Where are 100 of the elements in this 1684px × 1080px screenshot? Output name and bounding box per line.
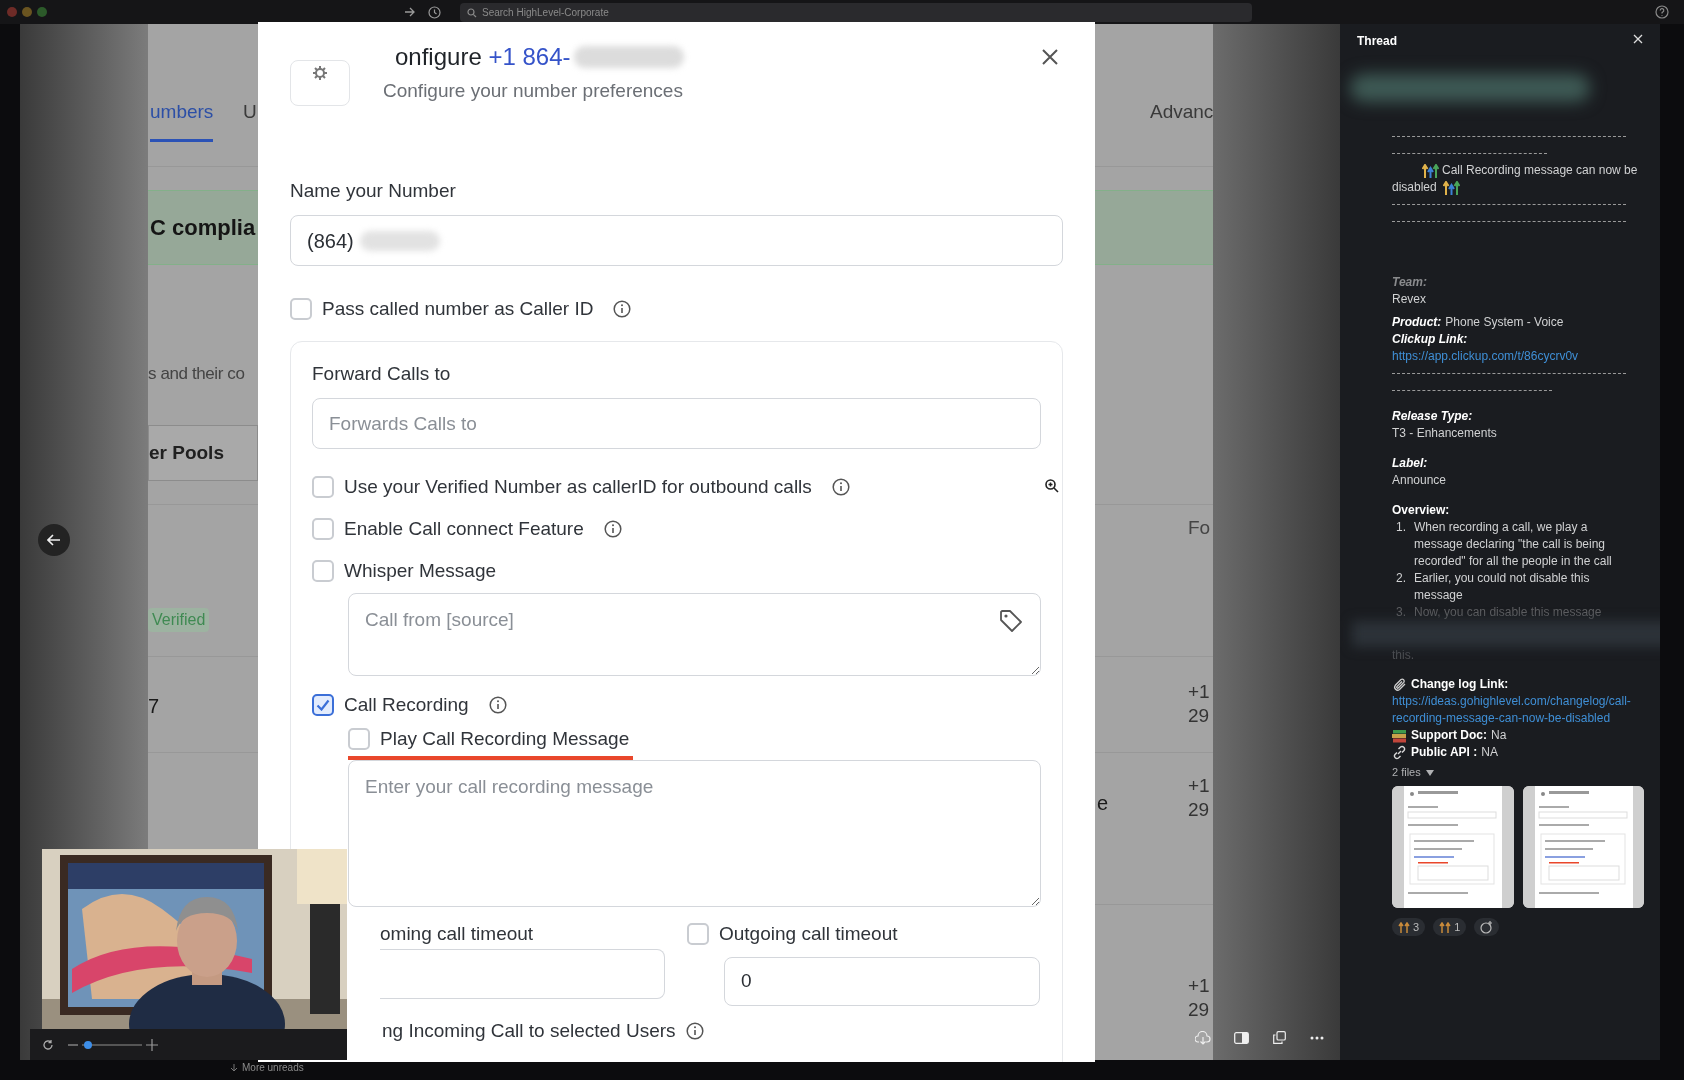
link[interactable]: https://app.clickup.com/t/86cycrv0v — [1392, 348, 1579, 365]
status-badge: Verified — [148, 608, 210, 632]
tab[interactable]: U — [243, 96, 257, 142]
table-cell: +1 — [1188, 680, 1210, 704]
search-field[interactable]: Search HighLevel-Corporate — [460, 3, 1252, 22]
add-reaction-icon[interactable] — [1474, 918, 1500, 936]
field-label: Clickup Link: — [1392, 331, 1469, 348]
checkbox-label: Whisper Message — [344, 558, 497, 583]
table-cell: 29 — [1188, 704, 1210, 728]
more-icon[interactable] — [1310, 1036, 1324, 1040]
field-label: Public API : — [1411, 744, 1478, 761]
window-minimize-button[interactable] — [22, 7, 32, 17]
file-thumbnail[interactable] — [1392, 786, 1514, 908]
paperclip-icon — [1392, 676, 1408, 693]
checkbox-label: Pass called number as Caller ID — [322, 296, 594, 321]
zoom-in-icon[interactable] — [1045, 479, 1059, 493]
arrows-icon — [1422, 163, 1439, 178]
unread-indicator[interactable]: More unreads — [242, 1060, 304, 1075]
section-title: Forward Calls to — [312, 362, 452, 386]
search-icon — [467, 8, 477, 18]
checkbox[interactable] — [348, 728, 370, 750]
field-label: Overview: — [1392, 502, 1451, 519]
dialog-title: onfigure +1 864- — [395, 42, 571, 72]
sidebar-icon[interactable] — [1234, 1032, 1249, 1044]
checkbox-label: Enable Call connect Feature — [344, 516, 584, 541]
reaction-button[interactable]: 3 — [1392, 918, 1426, 936]
message-field[interactable]: Call from [source] — [348, 593, 1041, 676]
field-value: Revex — [1392, 291, 1427, 308]
description-text: s and their co — [148, 363, 245, 385]
field-value: NA — [1481, 744, 1498, 761]
link[interactable]: https://ideas.gohighlevel.com/changelog/call-recording-message-can-now-be-disabled — [1392, 693, 1632, 727]
tab[interactable]: Advanc — [1150, 96, 1213, 142]
down-arrow-icon — [230, 1063, 238, 1072]
link-icon — [1392, 745, 1407, 760]
check-icon — [316, 699, 330, 711]
field-label: Team: — [1392, 274, 1428, 291]
field-label: Release Type: — [1392, 408, 1474, 425]
checkbox-label: Call Recording — [344, 692, 469, 717]
table-cell: 29 — [1188, 798, 1210, 822]
file-thumbnail[interactable] — [1522, 786, 1644, 908]
arrow-left-icon — [47, 534, 61, 546]
books-icon — [1392, 728, 1407, 743]
copy-icon[interactable] — [1273, 1031, 1286, 1044]
field-label: Product: — [1392, 314, 1442, 331]
field-value: Na — [1491, 727, 1507, 744]
field-value: Announce — [1392, 472, 1448, 489]
message-field[interactable]: Enter your call recording message — [348, 760, 1041, 907]
field-value: Phone System - Voice — [1445, 314, 1564, 331]
input-field[interactable]: Forwards Calls to — [312, 398, 1041, 449]
list-item-text: Now, you can disable this message — [1414, 604, 1603, 621]
refresh-icon[interactable] — [42, 1038, 54, 1051]
checkbox[interactable] — [312, 560, 334, 582]
checkbox[interactable] — [290, 298, 312, 320]
list-item-text: Earlier, you could not disable this message — [1414, 570, 1591, 604]
list-marker: 3. — [1395, 604, 1407, 621]
reaction-button[interactable]: 1 — [1433, 918, 1467, 936]
slider-thumb[interactable] — [84, 1040, 92, 1049]
forward-arrow-icon[interactable] — [404, 7, 415, 17]
banner-text: C complia — [150, 214, 256, 242]
field-label: oming call timeout — [379, 922, 535, 946]
checkbox-label: Use your Verified Number as callerID for outbound calls — [344, 474, 812, 499]
headline: disabled — [1392, 179, 1437, 196]
panel-title: Thread — [1357, 33, 1397, 50]
field-label: Name your Number — [290, 179, 457, 203]
info-icon[interactable] — [685, 1022, 704, 1040]
info-icon[interactable] — [603, 520, 622, 538]
info-icon[interactable] — [613, 300, 632, 318]
caret-down-icon — [1425, 769, 1434, 776]
info-icon[interactable] — [488, 696, 507, 714]
tag-icon[interactable] — [999, 609, 1023, 633]
table-cell-text: 7 — [148, 694, 160, 719]
history-icon[interactable] — [428, 6, 441, 19]
column-header: Fo — [1188, 516, 1211, 540]
checkbox[interactable] — [312, 518, 334, 540]
table-cell: +1 — [1188, 774, 1210, 798]
checkbox-label: Outgoing call timeout — [719, 921, 898, 946]
field-value: 0 — [741, 969, 752, 994]
input-field[interactable] — [380, 949, 665, 999]
field-value: T3 - Enhancements — [1392, 425, 1498, 442]
table-cell-text: e — [1097, 791, 1109, 816]
checkbox[interactable] — [687, 923, 709, 945]
list-marker: 2. — [1395, 570, 1407, 587]
table-cell: 29 — [1188, 998, 1210, 1022]
pool-tab[interactable]: er Pools — [148, 425, 258, 481]
input-field[interactable]: (864) — [290, 215, 1063, 266]
zoom-slider[interactable] — [82, 1043, 142, 1046]
arrows-icon — [1442, 180, 1460, 195]
arrows-icon — [1439, 921, 1452, 933]
info-icon[interactable] — [831, 478, 850, 496]
checkbox[interactable] — [312, 476, 334, 498]
checkbox-label: Play Call Recording Message — [380, 726, 630, 751]
files-toggle[interactable]: 2 files — [1392, 764, 1434, 781]
field-label: Label: — [1392, 455, 1429, 472]
close-button[interactable] — [1632, 33, 1644, 45]
field-value: (864) — [307, 228, 354, 254]
headline: Call Recording message can now be — [1442, 162, 1638, 179]
help-icon[interactable] — [1655, 5, 1669, 19]
list-item-text: When recording a call, we play a message declaring "the call is being recorded" for all the people in the call — [1414, 519, 1613, 570]
checkbox[interactable] — [312, 694, 334, 716]
input-field[interactable]: 0 — [724, 957, 1040, 1006]
